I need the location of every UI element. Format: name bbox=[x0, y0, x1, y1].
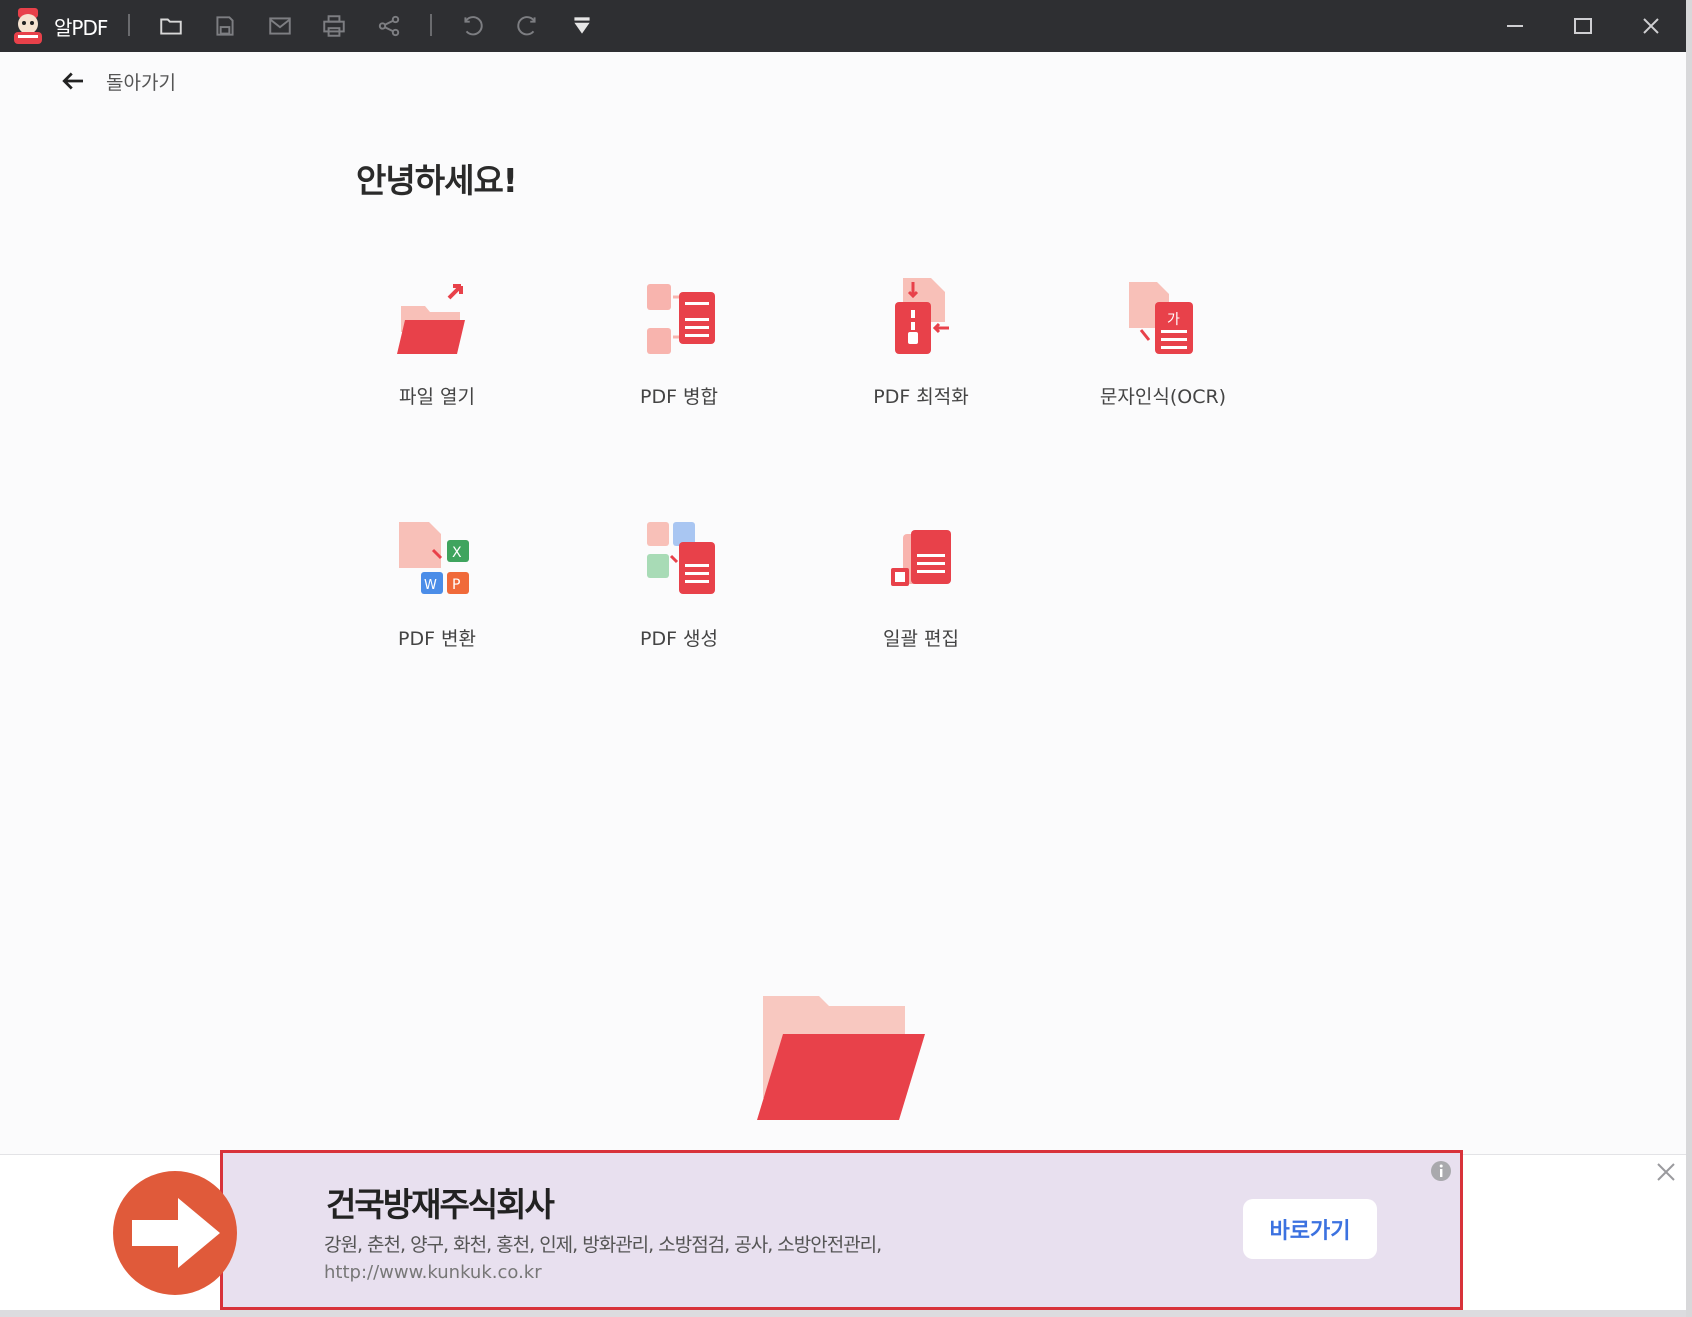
tool-merge-pdf[interactable]: PDF 병합 bbox=[589, 278, 769, 418]
app-title: 알PDF bbox=[54, 16, 108, 40]
svg-text:P: P bbox=[452, 577, 460, 593]
tool-open-file[interactable]: 파일 열기 bbox=[347, 278, 527, 418]
arrow-right-icon bbox=[113, 1171, 237, 1295]
tool-optimize-pdf[interactable]: PDF 최적화 bbox=[831, 278, 1011, 418]
back-label: 돌아가기 bbox=[106, 71, 176, 94]
greeting-title: 안녕하세요! bbox=[356, 161, 518, 200]
tool-label: PDF 병합 bbox=[639, 386, 719, 408]
app-logo-icon bbox=[14, 8, 42, 44]
tool-label: 일괄 편집 bbox=[883, 628, 959, 650]
tool-label: PDF 최적화 bbox=[873, 386, 969, 408]
toolbar-separator bbox=[128, 14, 130, 36]
folder-icon[interactable] bbox=[155, 10, 187, 42]
drop-folder-icon[interactable] bbox=[755, 988, 925, 1120]
ad-go-button[interactable]: 바로가기 bbox=[1243, 1199, 1377, 1259]
save-icon[interactable] bbox=[209, 10, 241, 42]
svg-text:W: W bbox=[424, 578, 437, 593]
merge-pdf-icon bbox=[647, 284, 715, 354]
arrow-left-icon bbox=[62, 72, 83, 90]
tool-label: PDF 변환 bbox=[397, 628, 477, 650]
ocr-icon: 가 bbox=[1129, 282, 1193, 354]
ad-url[interactable]: http://www.kunkuk.co.kr bbox=[324, 1262, 542, 1283]
ad-close-icon[interactable] bbox=[1654, 1160, 1678, 1184]
ad-description: 강원, 춘천, 양구, 화천, 홍천, 인제, 방화관리, 소방점검, 공사, … bbox=[324, 1234, 882, 1256]
tool-batch-edit[interactable]: 일괄 편집 bbox=[831, 520, 1011, 660]
title-bar: 알PDF bbox=[0, 0, 1686, 52]
tool-create-pdf[interactable]: PDF 생성 bbox=[589, 520, 769, 660]
share-icon[interactable] bbox=[373, 10, 405, 42]
ad-bottom-edge bbox=[0, 1310, 1686, 1317]
batch-edit-icon bbox=[891, 530, 951, 586]
ad-title: 건국방재주식회사 bbox=[326, 1185, 555, 1224]
print-icon[interactable] bbox=[318, 10, 350, 42]
tool-label: 문자인식(OCR) bbox=[1099, 386, 1227, 408]
compress-pdf-icon bbox=[895, 278, 949, 354]
redo-icon[interactable] bbox=[511, 10, 543, 42]
minimize-icon[interactable] bbox=[1491, 6, 1539, 46]
close-icon[interactable] bbox=[1627, 6, 1675, 46]
svg-text:X: X bbox=[452, 545, 462, 561]
convert-pdf-icon: X W P bbox=[399, 522, 469, 594]
svg-text:가: 가 bbox=[1167, 312, 1180, 328]
open-folder-icon bbox=[397, 284, 465, 354]
back-button[interactable]: 돌아가기 bbox=[58, 64, 176, 98]
tool-label: 파일 열기 bbox=[399, 386, 475, 408]
toolbar-separator bbox=[430, 14, 432, 36]
tool-convert-pdf[interactable]: X W P PDF 변환 bbox=[347, 520, 527, 660]
undo-icon[interactable] bbox=[457, 10, 489, 42]
tool-label: PDF 생성 bbox=[639, 628, 719, 650]
maximize-icon[interactable] bbox=[1559, 6, 1607, 46]
window-edge bbox=[1686, 0, 1692, 1317]
mail-icon[interactable] bbox=[264, 10, 296, 42]
info-icon[interactable] bbox=[1429, 1159, 1453, 1183]
tool-ocr[interactable]: 가 문자인식(OCR) bbox=[1073, 278, 1253, 418]
dropdown-icon[interactable] bbox=[566, 10, 598, 42]
create-pdf-icon bbox=[647, 522, 715, 594]
